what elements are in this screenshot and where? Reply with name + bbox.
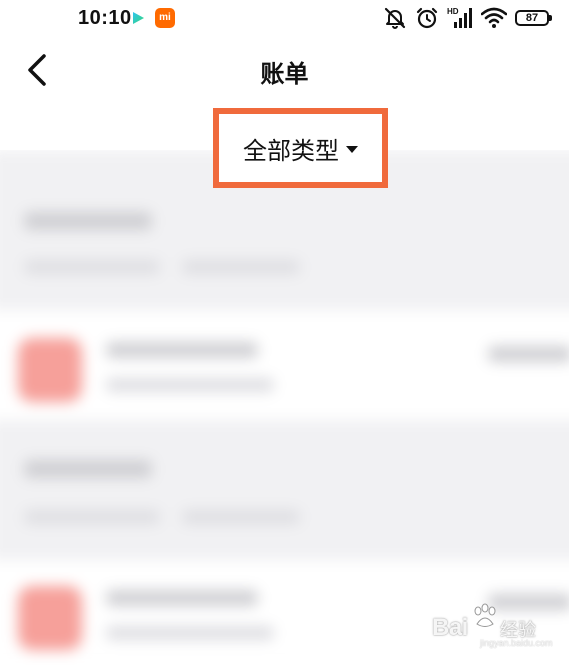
avatar — [18, 586, 82, 650]
page-title: 账单 — [260, 60, 309, 88]
mi-app-icon: mi — [155, 8, 175, 28]
type-filter-label: 全部类型 — [243, 136, 339, 165]
section-title-placeholder — [24, 212, 152, 230]
caret-down-icon — [346, 146, 358, 153]
item-amount-placeholder — [488, 346, 569, 362]
section-stat-placeholder — [24, 260, 160, 274]
filter-highlight-box: 全部类型 — [213, 108, 388, 188]
status-bar: 10:10 mi HD 87 — [0, 0, 569, 38]
bill-list — [0, 150, 569, 665]
watermark-site: jingyan.baidu.com — [480, 638, 553, 648]
item-subtitle-placeholder — [106, 626, 274, 640]
wifi-icon — [481, 7, 507, 28]
section-title-placeholder — [24, 460, 152, 478]
item-title-placeholder — [106, 590, 258, 606]
item-subtitle-placeholder — [106, 378, 274, 392]
status-time: 10:10 — [78, 7, 132, 29]
status-indicators: HD 87 — [383, 6, 552, 30]
watermark-brand: Bai — [432, 614, 468, 641]
alarm-icon — [416, 7, 438, 29]
section-stat-placeholder — [24, 510, 160, 524]
mute-icon — [384, 7, 406, 29]
list-item — [0, 310, 569, 420]
hd-label: HD — [447, 7, 459, 16]
battery-icon: 87 — [515, 10, 552, 26]
section-stat-placeholder — [182, 260, 300, 274]
section-header — [0, 420, 569, 560]
type-filter-dropdown[interactable]: 全部类型 — [219, 114, 382, 182]
item-title-placeholder — [106, 342, 258, 358]
section-stat-placeholder — [182, 510, 300, 524]
paw-icon — [474, 603, 496, 627]
watermark: Bai 经验 jingyan.baidu.com — [432, 600, 553, 648]
avatar — [18, 338, 82, 402]
play-icon — [133, 12, 144, 24]
hd-signal-icon: HD — [447, 7, 473, 29]
blurred-content — [0, 150, 569, 665]
